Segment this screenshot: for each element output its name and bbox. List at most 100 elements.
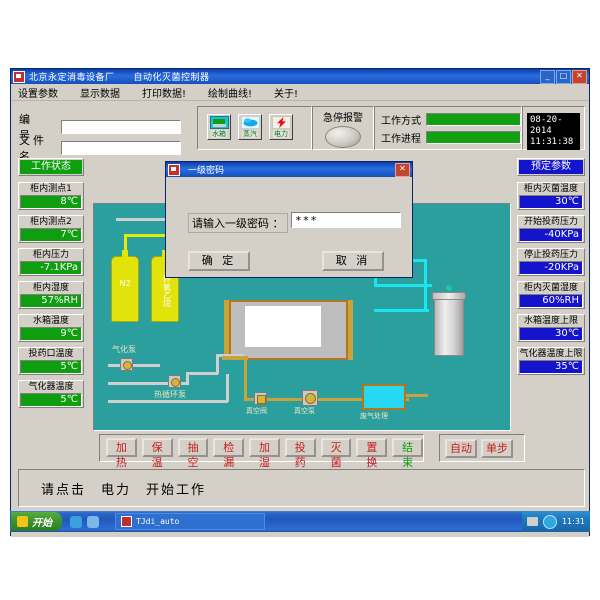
action-keep-warm-button[interactable]: 保温	[141, 438, 173, 469]
cylinder-n2-label: N2	[119, 279, 131, 288]
dialog-title-bar[interactable]: 一级密码 ✕	[166, 162, 412, 177]
password-dialog: 一级密码 ✕ 请输入一级密码 ： 确 定 取 消	[165, 161, 413, 278]
alarm-label: 急停报警	[323, 113, 363, 124]
readout-vaporizer-temp: 气化器温度 5℃	[18, 380, 84, 408]
menu-bar: 设置参数 显示数据 打印数据! 绘制曲线! 关于!	[11, 84, 589, 101]
menu-item-about[interactable]: 关于!	[271, 84, 301, 101]
pipe-lower-1	[108, 364, 160, 367]
water-tank-icon	[209, 116, 229, 129]
menu-item-settings[interactable]: 设置参数	[15, 84, 61, 101]
menu-item-print[interactable]: 打印数据!	[139, 84, 189, 101]
waste-gas-treatment	[362, 384, 406, 410]
action-humidify-button[interactable]: 加湿	[249, 438, 280, 469]
steam-button[interactable]: 蒸汽	[238, 114, 262, 140]
right-panel-header-label: 预定参数	[519, 160, 583, 174]
volume-icon[interactable]	[542, 514, 557, 529]
tank-cap	[432, 292, 466, 300]
readout-value: 5℃	[20, 393, 82, 407]
water-tank-button-label: 水箱	[211, 130, 227, 138]
param-title: 停止投药压力	[523, 250, 578, 260]
dialog-cancel-button[interactable]: 取 消	[322, 251, 384, 271]
power-button[interactable]: 电力	[269, 114, 293, 140]
pipe-water-mid	[374, 284, 432, 287]
readout-cabinet-point-1: 柜内测点1 8℃	[18, 182, 84, 210]
tray-clock[interactable]: 11:31	[562, 517, 585, 526]
mode-buttons-group: 自动 单步	[439, 434, 525, 462]
vacuum-pump-label: 真空泵	[294, 407, 315, 415]
power-icon	[271, 116, 291, 129]
browser-icon[interactable]	[70, 515, 82, 528]
minimize-button[interactable]: _	[540, 69, 555, 84]
pipe-waste-out	[406, 394, 428, 397]
app-icon	[13, 70, 25, 83]
tank-valve-knob	[446, 285, 452, 291]
action-leak-test-button[interactable]: 检漏	[213, 438, 245, 469]
readout-value: 9℃	[20, 327, 82, 341]
dialog-ok-button[interactable]: 确 定	[188, 251, 250, 271]
param-title: 气化器温度上限	[519, 349, 583, 359]
dialog-title: 一级密码	[188, 166, 225, 176]
param-title: 开始投药压力	[523, 217, 578, 227]
param-value: 35℃	[519, 360, 583, 374]
screen: 北京永定消毒设备厂 自动化灭菌控制器 _ □ ✕ 设置参数 显示数据 打印数据!…	[0, 0, 600, 600]
pipe-vacuum-down	[244, 358, 247, 400]
readout-value: 7℃	[20, 228, 82, 242]
action-dosing-button[interactable]: 投药	[284, 438, 316, 469]
file-name-input[interactable]	[61, 141, 181, 155]
param-start-dosing-pressure: 开始投药压力 -40KPa	[517, 215, 585, 243]
explorer-icon[interactable]	[87, 515, 99, 528]
status-strip: 请点击 电力 开始工作	[18, 469, 585, 507]
readout-title: 柜内测点2	[30, 217, 72, 227]
status-message: 请点击 电力 开始工作	[41, 482, 207, 498]
readout-value: 57%RH	[20, 294, 82, 308]
param-sterilize-temp: 柜内灭菌温度 30℃	[517, 182, 585, 210]
action-evacuate-button[interactable]: 抽空	[177, 438, 209, 469]
clock-date: 08-20-2014	[530, 115, 563, 136]
work-progress-label: 工作进程	[381, 134, 421, 145]
param-title: 柜内灭菌温度	[523, 184, 578, 194]
action-heat-button[interactable]: 加热	[106, 438, 137, 469]
vaporizer-pump	[120, 358, 133, 371]
param-value: -20KPa	[519, 261, 583, 275]
system-tray: 11:31	[521, 511, 590, 532]
network-icon[interactable]	[526, 517, 538, 526]
work-progress-bar	[426, 131, 521, 144]
taskbar-task-item[interactable]: TJdi_auto	[115, 513, 265, 530]
readout-cabinet-humidity: 柜内湿度 57%RH	[18, 281, 84, 309]
pipe-vacuum-top	[222, 356, 248, 360]
start-button[interactable]: 开始	[11, 512, 62, 531]
password-input[interactable]	[291, 212, 401, 228]
param-water-tank-temp-limit: 水箱温度上限 30℃	[517, 314, 585, 342]
cylinder-eo-label: 环氧乙烷	[162, 275, 172, 307]
action-replace-button[interactable]: 置换	[356, 438, 388, 469]
mode-stepwise-button[interactable]: 单步	[481, 438, 513, 458]
menu-item-curve[interactable]: 绘制曲线!	[205, 84, 255, 101]
clock-time: 11:31:38	[530, 137, 574, 147]
pipe-lower-3	[186, 372, 218, 375]
chamber-left-rail	[224, 300, 229, 360]
application-window: 北京永定消毒设备厂 自动化灭菌控制器 _ □ ✕ 设置参数 显示数据 打印数据!…	[10, 68, 590, 537]
water-tank-button[interactable]: 水箱	[207, 114, 231, 140]
dialog-close-button[interactable]: ✕	[395, 162, 410, 177]
cylinder-neck	[122, 250, 128, 258]
readout-title: 气化器温度	[28, 382, 74, 392]
readout-value: 8℃	[20, 195, 82, 209]
vacuum-pump	[302, 390, 318, 406]
menu-item-display[interactable]: 显示数据	[77, 84, 123, 101]
close-button[interactable]: ✕	[572, 69, 587, 84]
mode-auto-button[interactable]: 自动	[445, 438, 477, 458]
title-bar[interactable]: 北京永定消毒设备厂 自动化灭菌控制器 _ □ ✕	[11, 69, 589, 84]
work-mode-bar	[426, 113, 521, 126]
param-value: 30℃	[519, 195, 583, 209]
param-title: 柜内灭菌湿度	[523, 283, 578, 293]
action-finish-button[interactable]: 结束	[392, 438, 424, 469]
pump-rotor	[305, 393, 316, 404]
taskbar-task-label: TJdi_auto	[136, 517, 180, 526]
dialog-app-icon	[168, 163, 180, 176]
mode-group: 工作方式 工作进程	[374, 106, 522, 150]
emergency-stop-knob[interactable]	[325, 126, 361, 148]
circulation-pump-label: 热循环泵	[154, 390, 186, 399]
action-sterilize-button[interactable]: 灭菌	[320, 438, 352, 469]
maximize-button[interactable]: □	[556, 69, 571, 84]
clock-display: 08-20-2014 11:31:38	[527, 113, 580, 150]
